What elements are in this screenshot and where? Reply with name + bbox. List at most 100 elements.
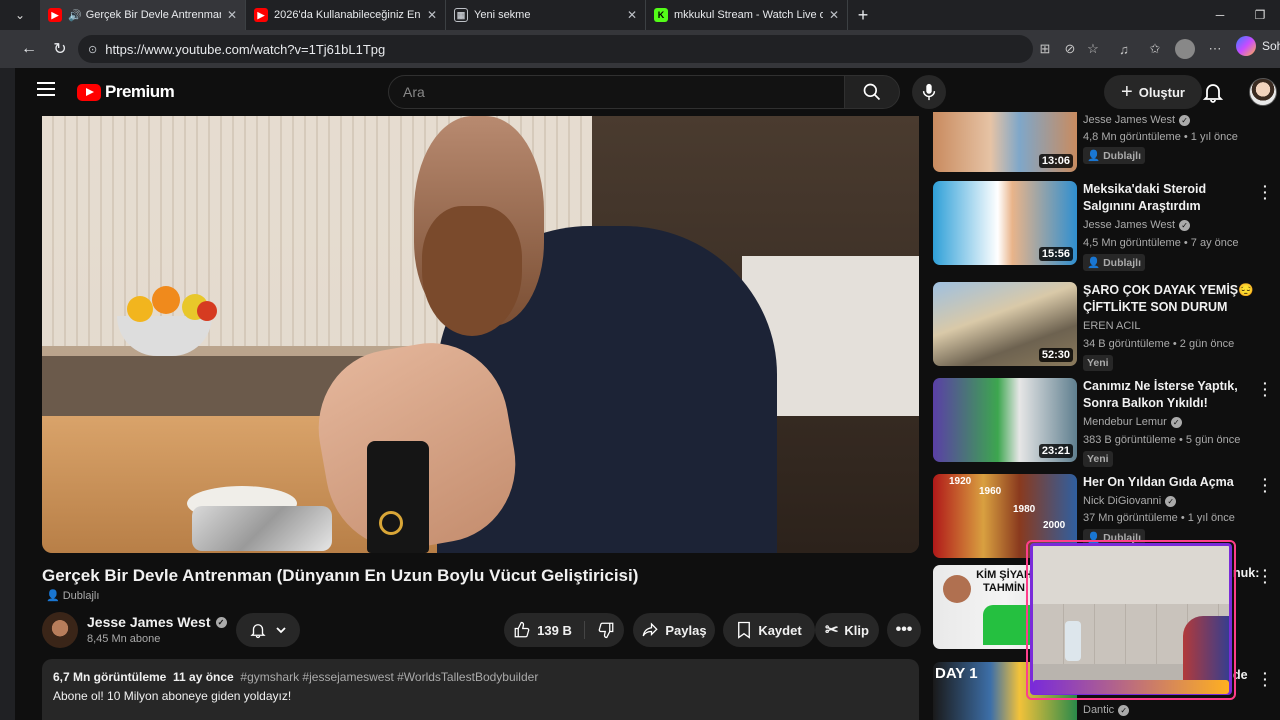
copilot-icon	[1236, 36, 1256, 56]
tracking-off-icon[interactable]: ⊘	[1060, 39, 1080, 59]
video-thumbnail[interactable]: 13:06	[933, 112, 1077, 172]
site-info-icon[interactable]: ⊙	[88, 43, 97, 56]
favorite-star-icon[interactable]: ☆	[1083, 39, 1103, 59]
account-avatar[interactable]	[1249, 78, 1277, 106]
rec-badge: 👤 Dublajlı	[1083, 147, 1145, 164]
create-button[interactable]: + Oluştur	[1104, 75, 1202, 109]
reload-icon[interactable]: ↻	[45, 34, 75, 64]
tab-new-tab[interactable]: ▦ Yeni sekme ✕	[446, 0, 646, 30]
rec-title[interactable]: ŞARO ÇOK DAYAK YEMİŞ😔 ÇİFTLİKTE SON DURU…	[1083, 282, 1255, 316]
verified-check-icon: ✓	[1170, 416, 1182, 428]
rec-meta: 34 B görüntüleme • 2 gün önce	[1083, 338, 1235, 350]
more-vertical-icon[interactable]: · · ·	[1263, 563, 1271, 589]
recommendation-item[interactable]: 23:21 Canımız Ne İsterse Yaptık, Sonra B…	[933, 376, 1278, 468]
rec-channel[interactable]: Dantic ✓	[1083, 704, 1130, 716]
apps-grid-icon[interactable]: ⊞	[1035, 39, 1055, 59]
dislike-button[interactable]	[591, 621, 615, 639]
microphone-icon	[922, 83, 936, 101]
clip-label: Klip	[844, 622, 869, 638]
tab-title: Yeni sekme	[474, 9, 531, 21]
audio-playing-icon[interactable]: 🔊	[68, 9, 82, 22]
search-button[interactable]	[844, 75, 900, 109]
rec-channel[interactable]: Jesse James West ✓	[1083, 219, 1191, 231]
close-tab-icon[interactable]: ✕	[227, 8, 237, 22]
create-label: Oluştur	[1138, 84, 1185, 100]
like-button[interactable]: 139 B	[513, 621, 585, 639]
recommendation-item[interactable]: 52:30 ŞARO ÇOK DAYAK YEMİŞ😔 ÇİFTLİKTE SO…	[933, 282, 1278, 372]
recommendation-item[interactable]: 13:06 Jesse James West ✓ 4,8 Mn görüntüle…	[933, 112, 1278, 176]
more-options-icon[interactable]: ⋯	[1205, 39, 1225, 59]
close-tab-icon[interactable]: ✕	[829, 8, 839, 22]
notifications-bell-icon[interactable]	[1201, 80, 1225, 104]
url-text: https://www.youtube.com/watch?v=1Tj61bL1…	[105, 41, 386, 57]
minimize-icon[interactable]: ─	[1200, 0, 1240, 30]
save-button[interactable]: Kaydet	[723, 613, 815, 647]
verified-check-icon: ✓	[1179, 114, 1191, 126]
tab-youtube-2[interactable]: ▶ 2026'da Kullanabileceğiniz En İyi Ü ✕	[246, 0, 446, 30]
channel-avatar[interactable]	[42, 612, 78, 648]
like-dislike-group: 139 B	[504, 613, 624, 647]
tab-youtube-active[interactable]: ▶ 🔊 Gerçek Bir Devle Antrenman (Dünya ✕	[40, 0, 246, 30]
url-field[interactable]: ⊙ https://www.youtube.com/watch?v=1Tj61b…	[78, 35, 1033, 63]
new-tab-plus-icon[interactable]: +	[848, 5, 878, 26]
youtube-premium-logo[interactable]: Premium	[77, 82, 175, 102]
more-vertical-icon[interactable]: · · ·	[1263, 472, 1271, 498]
more-vertical-icon[interactable]: · · ·	[1263, 179, 1271, 205]
close-tab-icon[interactable]: ✕	[627, 8, 637, 22]
rec-meta: 383 B görüntüleme • 5 gün önce	[1083, 434, 1241, 446]
save-label: Kaydet	[758, 622, 802, 638]
video-duration: 15:56	[1038, 247, 1073, 261]
rec-title[interactable]: Meksika'daki Steroid Salgınını Araştırdı…	[1083, 181, 1255, 215]
profile-icon[interactable]	[1175, 39, 1195, 59]
dubbed-person-icon: 👤	[46, 590, 60, 602]
video-player[interactable]	[42, 116, 919, 553]
maximize-icon[interactable]: ❐	[1240, 0, 1280, 30]
verified-check-icon: ✓	[1165, 495, 1177, 507]
video-frame-image	[42, 116, 919, 553]
search-input[interactable]: Ara	[388, 75, 845, 109]
clip-button[interactable]: ✂ Klip	[815, 613, 879, 647]
subscription-notifications-button[interactable]	[236, 613, 300, 647]
description-text: Abone ol! 10 Milyon aboneye giden yolday…	[53, 689, 292, 703]
rec-channel[interactable]: EREN ACIL	[1083, 320, 1140, 332]
more-vertical-icon[interactable]: · · ·	[1263, 376, 1271, 402]
rec-channel[interactable]: Nick DiGiovanni ✓	[1083, 495, 1177, 507]
extensions-icon[interactable]: ♫	[1114, 39, 1134, 59]
favorites-icon[interactable]: ✩	[1145, 39, 1165, 59]
rec-badge-label: Dublajlı	[1103, 256, 1141, 269]
recommendation-item[interactable]: 15:56 Meksika'daki Steroid Salgınını Ara…	[933, 179, 1278, 271]
dubbed-label: Dublajlı	[62, 589, 100, 602]
video-duration: 23:21	[1038, 444, 1073, 458]
share-button[interactable]: Paylaş	[633, 613, 715, 647]
back-arrow-icon[interactable]: ←	[14, 34, 44, 64]
more-vertical-icon[interactable]: · · ·	[1263, 666, 1271, 692]
more-actions-button[interactable]: •••	[887, 613, 921, 647]
rec-channel[interactable]: Jesse James West ✓	[1083, 114, 1191, 126]
rec-channel[interactable]: Mendebur Lemur ✓	[1083, 416, 1182, 428]
close-tab-icon[interactable]: ✕	[427, 8, 437, 22]
thumbs-up-icon	[514, 621, 530, 638]
rec-title[interactable]: Canımız Ne İsterse Yaptık, Sonra Balkon …	[1083, 378, 1255, 412]
webcam-overlay-bar	[1033, 680, 1229, 694]
video-title: Gerçek Bir Devle Antrenman (Dünyanın En …	[42, 566, 639, 585]
hashtags[interactable]: #gymshark #jessejameswest #WorldsTallest…	[240, 670, 538, 684]
video-thumbnail[interactable]: 52:30	[933, 282, 1077, 366]
channel-name-link[interactable]: Jesse James West ✓	[87, 614, 227, 630]
bookmark-icon	[738, 621, 751, 639]
tab-kick[interactable]: K mkkukul Stream - Watch Live on Ki ✕	[646, 0, 848, 30]
video-thumbnail[interactable]: 15:56	[933, 181, 1077, 265]
tab-list-chevron-icon[interactable]: ⌄	[0, 0, 40, 30]
video-thumbnail[interactable]: 23:21	[933, 378, 1077, 462]
rec-badge: 👤 Dublajlı	[1083, 254, 1145, 271]
rec-meta: 4,8 Mn görüntüleme • 1 yıl önce	[1083, 131, 1238, 143]
rec-badge-label: Yeni	[1087, 453, 1109, 465]
description-box[interactable]: 6,7 Mn görüntüleme 11 ay önce #gymshark …	[42, 659, 919, 720]
chevron-down-icon	[276, 627, 286, 634]
verified-check-icon: ✓	[1179, 219, 1191, 231]
dubbed-person-icon: 👤	[1087, 150, 1101, 162]
copilot-button[interactable]: Soh	[1236, 36, 1280, 56]
like-count: 139 B	[537, 622, 572, 638]
voice-search-button[interactable]	[912, 75, 946, 109]
menu-hamburger-icon[interactable]	[37, 82, 55, 96]
rec-title[interactable]: Her On Yıldan Gıda Açma	[1083, 474, 1255, 491]
